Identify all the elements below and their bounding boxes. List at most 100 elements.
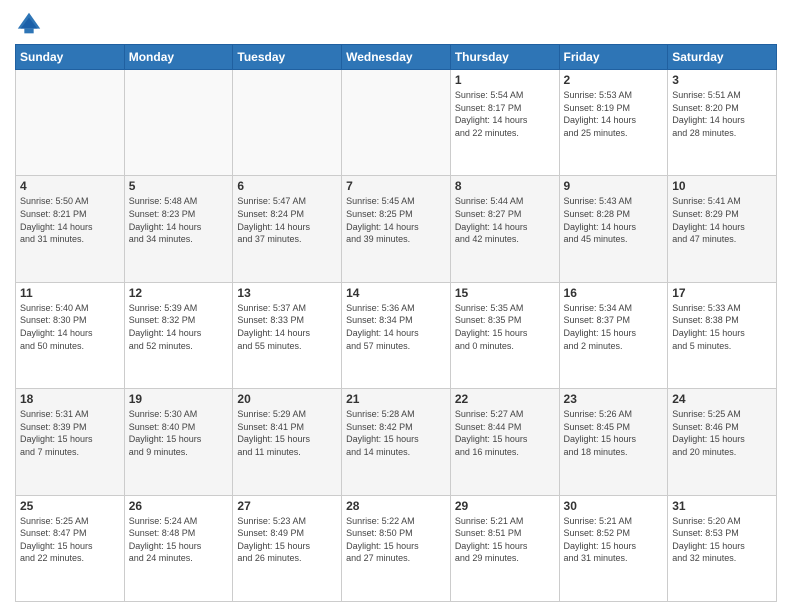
day-cell: 30 Sunrise: 5:21 AM Sunset: 8:52 PM Dayli… xyxy=(559,495,668,601)
day-number: 16 xyxy=(564,286,664,300)
day-info: Sunrise: 5:48 AM Sunset: 8:23 PM Dayligh… xyxy=(129,195,229,245)
day-number: 20 xyxy=(237,392,337,406)
day-info: Sunrise: 5:25 AM Sunset: 8:46 PM Dayligh… xyxy=(672,408,772,458)
day-info: Sunrise: 5:36 AM Sunset: 8:34 PM Dayligh… xyxy=(346,302,446,352)
day-cell: 6 Sunrise: 5:47 AM Sunset: 8:24 PM Daylig… xyxy=(233,176,342,282)
day-cell: 22Sunrise: 5:27 AM Sunset: 8:44 PM Dayli… xyxy=(450,389,559,495)
week-row-5: 25 Sunrise: 5:25 AM Sunset: 8:47 PM Dayli… xyxy=(16,495,777,601)
day-info: Sunrise: 5:22 AM Sunset: 8:50 PM Dayligh… xyxy=(346,515,446,565)
day-number: 24 xyxy=(672,392,772,406)
day-cell: 9 Sunrise: 5:43 AM Sunset: 8:28 PM Daylig… xyxy=(559,176,668,282)
day-info: Sunrise: 5:50 AM Sunset: 8:21 PM Dayligh… xyxy=(20,195,120,245)
day-info: Sunrise: 5:41 AM Sunset: 8:29 PM Dayligh… xyxy=(672,195,772,245)
day-cell: 29 Sunrise: 5:21 AM Sunset: 8:51 PM Dayli… xyxy=(450,495,559,601)
day-cell: 21 Sunrise: 5:28 AM Sunset: 8:42 PM Dayli… xyxy=(342,389,451,495)
day-cell: 31 Sunrise: 5:20 AM Sunset: 8:53 PM Dayli… xyxy=(668,495,777,601)
day-number: 9 xyxy=(564,179,664,193)
day-info: Sunrise: 5:25 AM Sunset: 8:47 PM Dayligh… xyxy=(20,515,120,565)
day-header-wednesday: Wednesday xyxy=(342,45,451,70)
day-number: 5 xyxy=(129,179,229,193)
day-cell: 2 Sunrise: 5:53 AM Sunset: 8:19 PM Daylig… xyxy=(559,70,668,176)
day-number: 27 xyxy=(237,499,337,513)
day-number: 26 xyxy=(129,499,229,513)
day-number: 8 xyxy=(455,179,555,193)
day-cell: 3 Sunrise: 5:51 AM Sunset: 8:20 PM Daylig… xyxy=(668,70,777,176)
day-cell: 5 Sunrise: 5:48 AM Sunset: 8:23 PM Daylig… xyxy=(124,176,233,282)
day-cell: 23Sunrise: 5:26 AM Sunset: 8:45 PM Dayli… xyxy=(559,389,668,495)
header-row: SundayMondayTuesdayWednesdayThursdayFrid… xyxy=(16,45,777,70)
day-number: 23 xyxy=(564,392,664,406)
day-info: Sunrise: 5:20 AM Sunset: 8:53 PM Dayligh… xyxy=(672,515,772,565)
day-number: 18 xyxy=(20,392,120,406)
day-cell: 11Sunrise: 5:40 AM Sunset: 8:30 PM Dayli… xyxy=(16,282,125,388)
week-row-4: 18 Sunrise: 5:31 AM Sunset: 8:39 PM Dayli… xyxy=(16,389,777,495)
day-info: Sunrise: 5:28 AM Sunset: 8:42 PM Dayligh… xyxy=(346,408,446,458)
day-info: Sunrise: 5:35 AM Sunset: 8:35 PM Dayligh… xyxy=(455,302,555,352)
day-number: 17 xyxy=(672,286,772,300)
day-info: Sunrise: 5:27 AM Sunset: 8:44 PM Dayligh… xyxy=(455,408,555,458)
day-info: Sunrise: 5:44 AM Sunset: 8:27 PM Dayligh… xyxy=(455,195,555,245)
day-info: Sunrise: 5:53 AM Sunset: 8:19 PM Dayligh… xyxy=(564,89,664,139)
logo-icon xyxy=(15,10,43,38)
day-number: 2 xyxy=(564,73,664,87)
day-cell: 17Sunrise: 5:33 AM Sunset: 8:38 PM Dayli… xyxy=(668,282,777,388)
day-cell xyxy=(124,70,233,176)
day-cell: 12 Sunrise: 5:39 AM Sunset: 8:32 PM Dayli… xyxy=(124,282,233,388)
day-info: Sunrise: 5:47 AM Sunset: 8:24 PM Dayligh… xyxy=(237,195,337,245)
day-info: Sunrise: 5:45 AM Sunset: 8:25 PM Dayligh… xyxy=(346,195,446,245)
day-number: 28 xyxy=(346,499,446,513)
day-header-monday: Monday xyxy=(124,45,233,70)
day-number: 1 xyxy=(455,73,555,87)
day-info: Sunrise: 5:43 AM Sunset: 8:28 PM Dayligh… xyxy=(564,195,664,245)
week-row-3: 11Sunrise: 5:40 AM Sunset: 8:30 PM Dayli… xyxy=(16,282,777,388)
day-number: 12 xyxy=(129,286,229,300)
calendar-table: SundayMondayTuesdayWednesdayThursdayFrid… xyxy=(15,44,777,602)
day-cell: 28 Sunrise: 5:22 AM Sunset: 8:50 PM Dayli… xyxy=(342,495,451,601)
day-cell: 19 Sunrise: 5:30 AM Sunset: 8:40 PM Dayli… xyxy=(124,389,233,495)
day-cell: 14 Sunrise: 5:36 AM Sunset: 8:34 PM Dayli… xyxy=(342,282,451,388)
day-info: Sunrise: 5:31 AM Sunset: 8:39 PM Dayligh… xyxy=(20,408,120,458)
day-info: Sunrise: 5:21 AM Sunset: 8:51 PM Dayligh… xyxy=(455,515,555,565)
day-number: 31 xyxy=(672,499,772,513)
day-number: 10 xyxy=(672,179,772,193)
day-number: 29 xyxy=(455,499,555,513)
day-cell: 27 Sunrise: 5:23 AM Sunset: 8:49 PM Dayli… xyxy=(233,495,342,601)
day-info: Sunrise: 5:24 AM Sunset: 8:48 PM Dayligh… xyxy=(129,515,229,565)
day-cell xyxy=(233,70,342,176)
day-cell: 10 Sunrise: 5:41 AM Sunset: 8:29 PM Dayli… xyxy=(668,176,777,282)
day-number: 11 xyxy=(20,286,120,300)
day-cell: 15 Sunrise: 5:35 AM Sunset: 8:35 PM Dayli… xyxy=(450,282,559,388)
day-info: Sunrise: 5:23 AM Sunset: 8:49 PM Dayligh… xyxy=(237,515,337,565)
day-cell: 20 Sunrise: 5:29 AM Sunset: 8:41 PM Dayli… xyxy=(233,389,342,495)
day-info: Sunrise: 5:29 AM Sunset: 8:41 PM Dayligh… xyxy=(237,408,337,458)
day-number: 21 xyxy=(346,392,446,406)
day-cell: 24 Sunrise: 5:25 AM Sunset: 8:46 PM Dayli… xyxy=(668,389,777,495)
day-number: 14 xyxy=(346,286,446,300)
day-header-sunday: Sunday xyxy=(16,45,125,70)
day-number: 13 xyxy=(237,286,337,300)
day-cell: 16 Sunrise: 5:34 AM Sunset: 8:37 PM Dayli… xyxy=(559,282,668,388)
day-number: 19 xyxy=(129,392,229,406)
day-info: Sunrise: 5:34 AM Sunset: 8:37 PM Dayligh… xyxy=(564,302,664,352)
day-info: Sunrise: 5:21 AM Sunset: 8:52 PM Dayligh… xyxy=(564,515,664,565)
day-number: 6 xyxy=(237,179,337,193)
day-info: Sunrise: 5:39 AM Sunset: 8:32 PM Dayligh… xyxy=(129,302,229,352)
day-info: Sunrise: 5:51 AM Sunset: 8:20 PM Dayligh… xyxy=(672,89,772,139)
day-number: 15 xyxy=(455,286,555,300)
day-cell xyxy=(16,70,125,176)
day-cell: 1 Sunrise: 5:54 AM Sunset: 8:17 PM Daylig… xyxy=(450,70,559,176)
day-header-friday: Friday xyxy=(559,45,668,70)
week-row-2: 4Sunrise: 5:50 AM Sunset: 8:21 PM Daylig… xyxy=(16,176,777,282)
day-number: 7 xyxy=(346,179,446,193)
day-info: Sunrise: 5:54 AM Sunset: 8:17 PM Dayligh… xyxy=(455,89,555,139)
day-cell: 7 Sunrise: 5:45 AM Sunset: 8:25 PM Daylig… xyxy=(342,176,451,282)
day-number: 3 xyxy=(672,73,772,87)
day-number: 25 xyxy=(20,499,120,513)
day-cell: 18 Sunrise: 5:31 AM Sunset: 8:39 PM Dayli… xyxy=(16,389,125,495)
day-info: Sunrise: 5:30 AM Sunset: 8:40 PM Dayligh… xyxy=(129,408,229,458)
day-number: 30 xyxy=(564,499,664,513)
page: SundayMondayTuesdayWednesdayThursdayFrid… xyxy=(0,0,792,612)
day-header-saturday: Saturday xyxy=(668,45,777,70)
day-cell xyxy=(342,70,451,176)
logo xyxy=(15,10,47,38)
